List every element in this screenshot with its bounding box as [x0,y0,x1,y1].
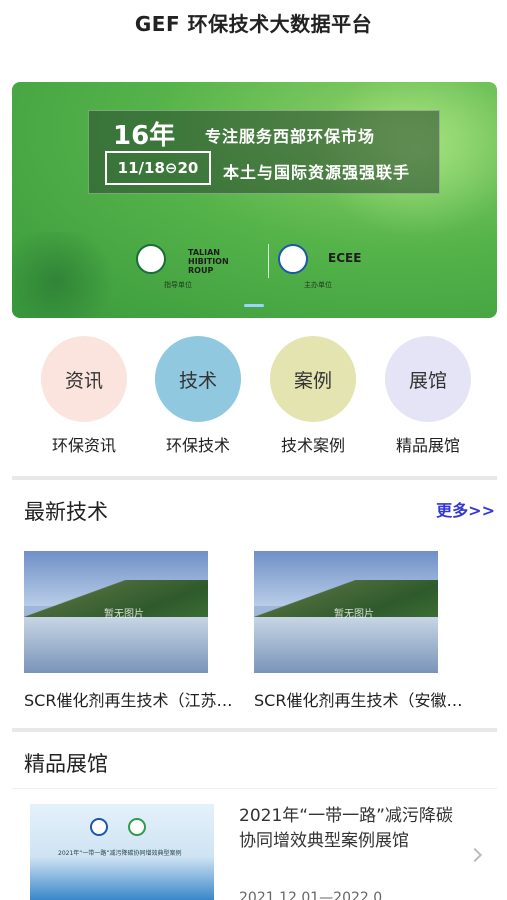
host-org-caption: 主办单位 [304,281,332,289]
section-divider [12,728,497,732]
app-header: GEF 环保技术大数据平台 [0,0,507,44]
page-title: GEF 环保技术大数据平台 [134,11,373,36]
exhibition-title: 精品展馆 [24,752,108,776]
host-org-logo [278,244,308,274]
cases-icon: 案例 [270,336,356,422]
guide-org-caption: 指导单位 [164,281,192,289]
quick-nav: 资讯 环保资讯 技术 环保技术 案例 技术案例 展馆 精品展馆 [12,336,495,456]
org-badge-icon [90,818,108,836]
latest-tech-more-link[interactable]: 更多>> [436,497,495,521]
banner-years: 16年 [113,121,176,151]
list-divider [12,788,497,789]
tech-card[interactable]: 暂无图片 SCR催化剂再生技术（安徽… [254,551,482,711]
no-image-watermark: 暂无图片 [334,609,374,620]
banner-slogan-1: 专注服务西部环保市场 [205,127,376,146]
nav-news-label: 环保资讯 [51,436,116,455]
exhibition-thumbnail: 2021年“一带一路”减污降碳协同增效典型案例 [30,804,214,900]
banner-date: 11/18⊖20 [105,151,211,185]
logo-separator [268,244,269,278]
tech-thumbnail: 暂无图片 [24,551,208,673]
nav-cases-label: 技术案例 [280,436,345,455]
news-icon: 资讯 [41,336,127,422]
tech-card-title: SCR催化剂再生技术（安徽… [254,691,463,710]
tech-icon: 技术 [155,336,241,422]
section-divider [12,476,497,480]
exhibition-group-logo: TALIAN HIBITION ROUP [188,248,229,275]
nav-exhibition-label: 精品展馆 [395,436,460,455]
exhibition-icon: 展馆 [385,336,471,422]
ecee-logo: ECEE [328,251,362,265]
nav-exhibition[interactable]: 展馆 精品展馆 [378,336,478,456]
tech-card[interactable]: 暂无图片 SCR催化剂再生技术（江苏… [24,551,252,711]
exhibition-list-item[interactable]: 2021年“一带一路”减污降碳协同增效典型案例 2021年“一带一路”减污降碳协… [30,804,500,900]
banner-headline-box: 16年 专注服务西部环保市场 11/18⊖20 本土与国际资源强强联手 [88,110,440,194]
no-image-watermark: 暂无图片 [104,609,144,620]
exhibition-item-title: 2021年“一带一路”减污降碳协同增效典型案例展馆 [239,806,453,851]
carousel-indicator[interactable] [244,304,264,307]
nav-news[interactable]: 资讯 环保资讯 [34,336,134,456]
exhibition-item-date: 2021.12.01—2022.0 [239,890,383,900]
nav-tech-label: 环保技术 [165,436,230,455]
banner-logos: TALIAN HIBITION ROUP 指导单位 ECEE 主办单位 [132,242,372,289]
thumbnail-caption: 2021年“一带一路”减污降碳协同增效典型案例 [58,850,182,857]
banner-slogan-2: 本土与国际资源强强联手 [223,163,411,182]
nav-cases[interactable]: 案例 技术案例 [263,336,363,456]
banner-carousel[interactable]: 16年 专注服务西部环保市场 11/18⊖20 本土与国际资源强强联手 TALI… [12,82,497,318]
chevron-right-icon [467,847,483,863]
latest-tech-title: 最新技术 [24,500,108,524]
nav-tech[interactable]: 技术 环保技术 [148,336,248,456]
guide-org-logo [136,244,166,274]
org-badge-icon [128,818,146,836]
tech-card-title: SCR催化剂再生技术（江苏… [24,691,233,710]
banner-leaf-decoration [12,232,122,318]
tech-thumbnail: 暂无图片 [254,551,438,673]
